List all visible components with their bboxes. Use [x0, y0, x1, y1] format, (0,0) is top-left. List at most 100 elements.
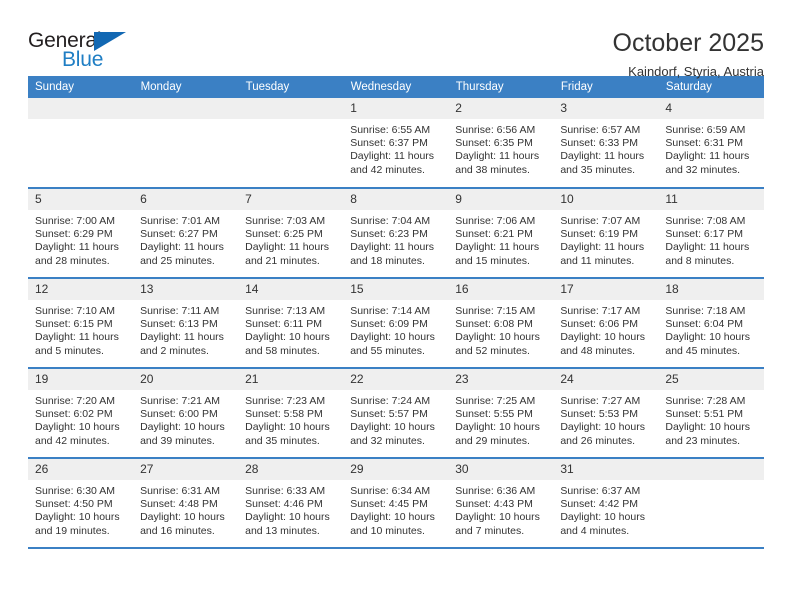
day-cell[interactable]: 27 Sunrise: 6:31 AM Sunset: 4:48 PM Dayligh…: [133, 458, 239, 548]
daylight-duration-line2: and 55 minutes.: [350, 344, 425, 357]
daylight-duration-line1: Daylight: 10 hours: [35, 421, 120, 434]
daylight-duration-line2: and 4 minutes.: [560, 524, 630, 537]
daylight-duration-line1: Daylight: 11 hours: [350, 150, 435, 163]
day-info: Sunrise: 7:25 AM Sunset: 5:55 PM Daylight:…: [448, 390, 553, 448]
day-number: 5: [28, 189, 134, 210]
daylight-duration-line1: Daylight: 11 hours: [245, 241, 329, 254]
daylight-duration-line1: Daylight: 11 hours: [665, 150, 750, 163]
day-number: 25: [658, 369, 764, 390]
day-cell[interactable]: 24 Sunrise: 7:27 AM Sunset: 5:53 PM Dayligh…: [553, 368, 659, 458]
daylight-duration-line1: Daylight: 10 hours: [140, 511, 225, 524]
day-cell[interactable]: 31 Sunrise: 6:37 AM Sunset: 4:42 PM Dayligh…: [553, 458, 659, 548]
day-info: Sunrise: 7:17 AM Sunset: 6:06 PM Daylight:…: [553, 300, 658, 358]
sunrise-time: Sunrise: 7:00 AM: [35, 215, 115, 227]
day-info: Sunrise: 6:56 AM Sunset: 6:35 PM Daylight:…: [448, 119, 553, 177]
day-info: Sunrise: 7:04 AM Sunset: 6:23 PM Daylight:…: [343, 210, 448, 268]
daylight-duration-line1: Daylight: 10 hours: [140, 421, 225, 434]
day-cell[interactable]: 17 Sunrise: 7:17 AM Sunset: 6:06 PM Dayligh…: [553, 278, 659, 368]
day-cell[interactable]: 30 Sunrise: 6:36 AM Sunset: 4:43 PM Dayligh…: [448, 458, 554, 548]
day-cell[interactable]: 4 Sunrise: 6:59 AM Sunset: 6:31 PM Daylight…: [658, 98, 764, 188]
weekday-header-thursday: Thursday: [448, 76, 554, 98]
daylight-duration-line1: Daylight: 10 hours: [245, 511, 330, 524]
weekday-header-sunday: Sunday: [28, 76, 134, 98]
day-cell[interactable]: 25 Sunrise: 7:28 AM Sunset: 5:51 PM Dayligh…: [658, 368, 764, 458]
sunrise-time: Sunrise: 6:33 AM: [245, 485, 326, 497]
title-block: October 2025 Kaindorf, Styria, Austria: [613, 28, 765, 82]
sunrise-time: Sunrise: 6:55 AM: [350, 124, 431, 136]
day-cell[interactable]: 3 Sunrise: 6:57 AM Sunset: 6:33 PM Daylight…: [553, 98, 659, 188]
daylight-duration-line1: Daylight: 11 hours: [35, 331, 119, 344]
general-blue-logo[interactable]: General Blue: [28, 28, 148, 76]
sunset-time: Sunset: 6:15 PM: [35, 318, 113, 331]
day-number: 20: [133, 369, 239, 390]
day-info: Sunrise: 7:27 AM Sunset: 5:53 PM Daylight:…: [553, 390, 658, 448]
sunset-time: Sunset: 5:58 PM: [245, 408, 323, 421]
sunset-time: Sunset: 6:37 PM: [350, 137, 428, 150]
day-cell[interactable]: 14 Sunrise: 7:13 AM Sunset: 6:11 PM Dayligh…: [238, 278, 344, 368]
day-cell[interactable]: 16 Sunrise: 7:15 AM Sunset: 6:08 PM Dayligh…: [448, 278, 554, 368]
day-number: 6: [133, 189, 239, 210]
day-info: Sunrise: 6:30 AM Sunset: 4:50 PM Daylight:…: [28, 480, 133, 538]
day-info: Sunrise: 7:28 AM Sunset: 5:51 PM Daylight:…: [658, 390, 763, 448]
day-cell[interactable]: 5 Sunrise: 7:00 AM Sunset: 6:29 PM Daylight…: [28, 188, 134, 278]
sunrise-time: Sunrise: 7:13 AM: [245, 305, 326, 317]
daylight-duration-line2: and 16 minutes.: [140, 524, 215, 537]
day-cell[interactable]: 20 Sunrise: 7:21 AM Sunset: 6:00 PM Dayligh…: [133, 368, 239, 458]
day-cell[interactable]: 2 Sunrise: 6:56 AM Sunset: 6:35 PM Daylight…: [448, 98, 554, 188]
day-cell[interactable]: 29 Sunrise: 6:34 AM Sunset: 4:45 PM Dayligh…: [343, 458, 449, 548]
daylight-duration-line1: Daylight: 10 hours: [350, 421, 435, 434]
day-number: 27: [133, 459, 239, 480]
day-cell[interactable]: 11 Sunrise: 7:08 AM Sunset: 6:17 PM Dayligh…: [658, 188, 764, 278]
sunset-time: Sunset: 4:46 PM: [245, 498, 323, 511]
day-cell[interactable]: 15 Sunrise: 7:14 AM Sunset: 6:09 PM Dayligh…: [343, 278, 449, 368]
daylight-duration-line1: Daylight: 10 hours: [560, 421, 645, 434]
day-cell[interactable]: 22 Sunrise: 7:24 AM Sunset: 5:57 PM Dayligh…: [343, 368, 449, 458]
day-info: [133, 119, 238, 124]
sunset-time: Sunset: 4:48 PM: [140, 498, 218, 511]
day-number: 31: [553, 459, 659, 480]
sunrise-time: Sunrise: 7:04 AM: [350, 215, 431, 227]
day-cell[interactable]: 19 Sunrise: 7:20 AM Sunset: 6:02 PM Dayligh…: [28, 368, 134, 458]
day-number: 12: [28, 279, 134, 300]
day-cell[interactable]: 8 Sunrise: 7:04 AM Sunset: 6:23 PM Daylight…: [343, 188, 449, 278]
sunrise-time: Sunrise: 7:18 AM: [665, 305, 746, 317]
day-number: [133, 98, 239, 119]
weekday-header-tuesday: Tuesday: [238, 76, 344, 98]
day-info: Sunrise: 7:15 AM Sunset: 6:08 PM Daylight:…: [448, 300, 553, 358]
daylight-duration-line1: Daylight: 10 hours: [665, 421, 751, 434]
day-info: Sunrise: 6:55 AM Sunset: 6:37 PM Daylight:…: [343, 119, 448, 177]
day-info: Sunrise: 7:24 AM Sunset: 5:57 PM Daylight:…: [343, 390, 448, 448]
sunset-time: Sunset: 4:45 PM: [350, 498, 428, 511]
weekday-header-wednesday: Wednesday: [343, 76, 449, 98]
sunrise-time: Sunrise: 7:15 AM: [455, 305, 536, 317]
daylight-duration-line1: Daylight: 11 hours: [455, 150, 540, 163]
day-cell[interactable]: 18 Sunrise: 7:18 AM Sunset: 6:04 PM Dayligh…: [658, 278, 764, 368]
day-cell[interactable]: 13 Sunrise: 7:11 AM Sunset: 6:13 PM Dayligh…: [133, 278, 239, 368]
day-cell[interactable]: 21 Sunrise: 7:23 AM Sunset: 5:58 PM Dayligh…: [238, 368, 344, 458]
day-cell[interactable]: 10 Sunrise: 7:07 AM Sunset: 6:19 PM Dayligh…: [553, 188, 659, 278]
day-number: 23: [448, 369, 554, 390]
day-cell[interactable]: 23 Sunrise: 7:25 AM Sunset: 5:55 PM Dayligh…: [448, 368, 554, 458]
day-cell[interactable]: 9 Sunrise: 7:06 AM Sunset: 6:21 PM Daylight…: [448, 188, 554, 278]
sunset-time: Sunset: 4:42 PM: [560, 498, 638, 511]
daylight-duration-line1: Daylight: 10 hours: [455, 331, 540, 344]
daylight-duration-line2: and 19 minutes.: [35, 524, 110, 537]
day-info: Sunrise: 7:13 AM Sunset: 6:11 PM Daylight:…: [238, 300, 343, 358]
day-cell[interactable]: 26 Sunrise: 6:30 AM Sunset: 4:50 PM Dayligh…: [28, 458, 134, 548]
day-cell[interactable]: 6 Sunrise: 7:01 AM Sunset: 6:27 PM Daylight…: [133, 188, 239, 278]
sunrise-time: Sunrise: 7:07 AM: [560, 215, 641, 227]
sunset-time: Sunset: 6:08 PM: [455, 318, 533, 331]
sunrise-time: Sunrise: 6:34 AM: [350, 485, 431, 497]
daylight-duration-line2: and 15 minutes.: [455, 254, 530, 267]
day-info: [658, 480, 763, 485]
day-cell[interactable]: 1 Sunrise: 6:55 AM Sunset: 6:37 PM Daylight…: [343, 98, 449, 188]
day-cell[interactable]: 28 Sunrise: 6:33 AM Sunset: 4:46 PM Dayligh…: [238, 458, 344, 548]
day-cell[interactable]: 12 Sunrise: 7:10 AM Sunset: 6:15 PM Dayligh…: [28, 278, 134, 368]
daylight-duration-line2: and 11 minutes.: [560, 254, 635, 267]
day-cell[interactable]: 7 Sunrise: 7:03 AM Sunset: 6:25 PM Daylight…: [238, 188, 344, 278]
day-cell-empty: [658, 458, 764, 548]
daylight-duration-line1: Daylight: 11 hours: [560, 241, 645, 254]
daylight-duration-line2: and 35 minutes.: [245, 434, 320, 447]
sunset-time: Sunset: 6:19 PM: [560, 228, 638, 241]
daylight-duration-line2: and 18 minutes.: [350, 254, 425, 267]
